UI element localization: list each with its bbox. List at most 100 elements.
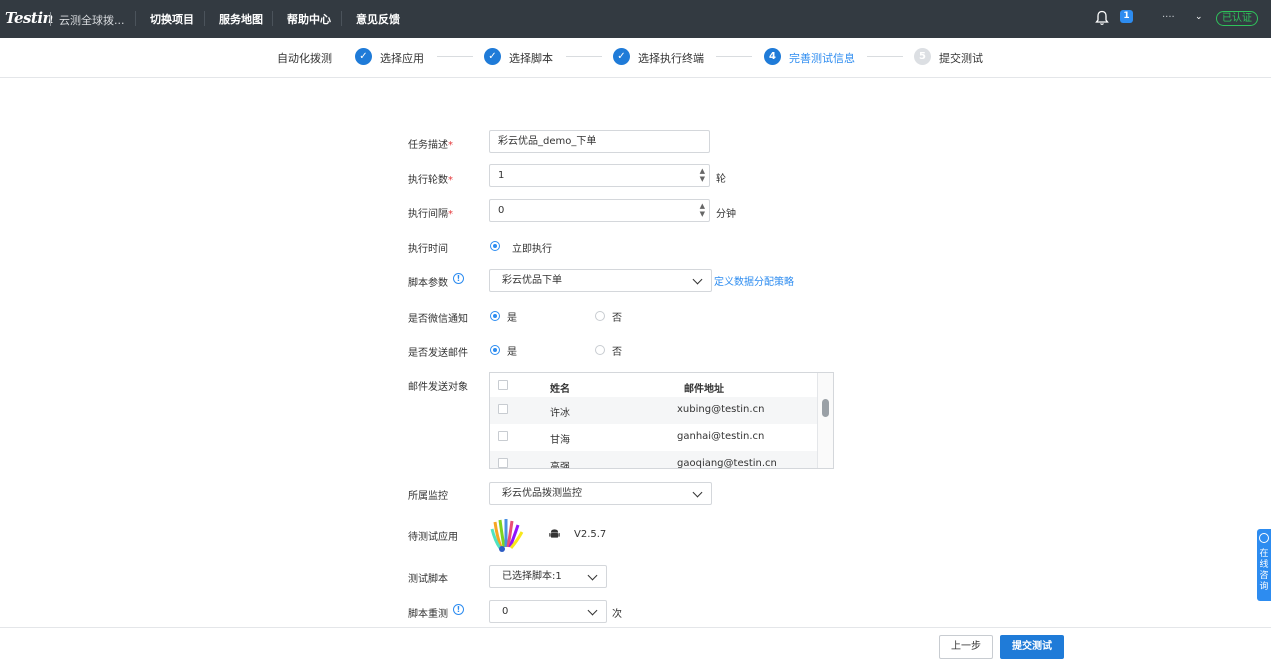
- test-script-label: 测试脚本: [408, 574, 448, 585]
- wechat-no-text: 否: [612, 313, 622, 324]
- mail-no-text: 否: [612, 347, 622, 358]
- nav-switch-project[interactable]: 切换项目: [150, 11, 194, 27]
- table-header: 姓名 邮件地址: [490, 373, 819, 400]
- mail-yes-radio[interactable]: [490, 345, 500, 355]
- step-complete-info: 完善测试信息: [789, 52, 855, 65]
- spinner-icon[interactable]: ▲ ▼: [700, 202, 705, 218]
- divider: [204, 11, 205, 26]
- interval-label: 执行间隔*: [408, 209, 453, 220]
- table-row[interactable]: 高强 gaoqiang@testin.cn: [490, 451, 819, 469]
- divider: [135, 11, 136, 26]
- task-desc-label: 任务描述*: [408, 140, 453, 151]
- chevron-down-icon[interactable]: ⌄: [1195, 12, 1203, 22]
- user-name[interactable]: ····: [1162, 12, 1175, 23]
- define-data-strategy-link[interactable]: 定义数据分配策略: [714, 273, 794, 288]
- select-all-checkbox[interactable]: [498, 380, 508, 390]
- rounds-value: 1: [498, 170, 505, 181]
- notification-badge[interactable]: 1: [1120, 10, 1133, 23]
- script-params-select[interactable]: 彩云优品下单: [489, 269, 712, 292]
- top-navbar: Testin 云测全球拨... 切换项目 服务地图 帮助中心 意见反馈 1 ··…: [0, 0, 1271, 38]
- testin-logo[interactable]: Testin: [5, 9, 53, 27]
- online-consult-button[interactable]: 在线咨询: [1257, 529, 1271, 601]
- interval-value: 0: [498, 205, 505, 216]
- rounds-label: 执行轮数*: [408, 175, 453, 186]
- steps-title: 自动化拨测: [277, 52, 332, 65]
- chevron-down-icon: [587, 605, 598, 616]
- row-email: ganhai@testin.cn: [677, 431, 765, 442]
- project-name[interactable]: 云测全球拨...: [59, 12, 125, 28]
- task-desc-input[interactable]: 彩云优品_demo_下单: [489, 130, 710, 153]
- info-icon[interactable]: !: [453, 273, 464, 284]
- step-connector: [566, 56, 602, 57]
- peacock-app-icon: [490, 519, 524, 552]
- interval-unit: 分钟: [716, 209, 736, 220]
- mail-targets-table: 姓名 邮件地址 许冰 xubing@testin.cn 甘海 ganhai@te…: [489, 372, 834, 469]
- app-version: V2.5.7: [574, 529, 607, 540]
- exec-now-radio[interactable]: [490, 241, 500, 251]
- divider: [341, 11, 342, 26]
- wechat-notify-label: 是否微信通知: [408, 314, 468, 325]
- wechat-no-radio[interactable]: [595, 311, 605, 321]
- step-connector: [437, 56, 473, 57]
- retry-select[interactable]: 0: [489, 600, 607, 623]
- monitor-value: 彩云优品拨测监控: [502, 488, 582, 499]
- test-script-select[interactable]: 已选择脚本:1: [489, 565, 607, 588]
- column-email: 邮件地址: [684, 384, 724, 395]
- info-icon[interactable]: !: [453, 604, 464, 615]
- step-connector: [867, 56, 903, 57]
- spinner-icon[interactable]: ▲ ▼: [700, 167, 705, 183]
- rounds-input[interactable]: 1 ▲ ▼: [489, 164, 710, 187]
- row-name: 甘海: [550, 435, 570, 446]
- column-name: 姓名: [550, 384, 570, 395]
- row-name: 高强: [550, 462, 570, 469]
- test-script-value: 已选择脚本:1: [502, 571, 562, 582]
- scrollbar-thumb[interactable]: [822, 399, 829, 417]
- nav-feedback[interactable]: 意见反馈: [356, 11, 400, 27]
- mail-no-radio[interactable]: [595, 345, 605, 355]
- step-select-script: 选择脚本: [509, 52, 553, 65]
- script-params-label: 脚本参数: [408, 278, 448, 289]
- bell-icon[interactable]: [1095, 10, 1109, 26]
- send-mail-label: 是否发送邮件: [408, 348, 468, 359]
- chevron-down-icon: [692, 274, 703, 285]
- android-icon: [549, 529, 560, 538]
- rounds-unit: 轮: [716, 174, 726, 185]
- script-params-value: 彩云优品下单: [502, 275, 562, 286]
- step-submit-test: 提交测试: [939, 52, 983, 65]
- app-label: 待测试应用: [408, 532, 458, 543]
- table-row[interactable]: 甘海 ganhai@testin.cn: [490, 424, 819, 451]
- monitor-select[interactable]: 彩云优品拨测监控: [489, 482, 712, 505]
- mail-targets-label: 邮件发送对象: [408, 382, 468, 393]
- row-email: gaoqiang@testin.cn: [677, 458, 777, 469]
- exec-now-text: 立即执行: [512, 244, 552, 255]
- prev-button[interactable]: 上一步: [939, 635, 993, 659]
- chat-icon: [1259, 533, 1269, 543]
- online-consult-label: 在线咨询: [1259, 549, 1269, 592]
- mail-yes-text: 是: [507, 347, 517, 358]
- wechat-yes-radio[interactable]: [490, 311, 500, 321]
- row-checkbox[interactable]: [498, 404, 508, 414]
- submit-button[interactable]: 提交测试: [1000, 635, 1064, 659]
- verified-badge[interactable]: 已认证: [1216, 11, 1258, 26]
- row-checkbox[interactable]: [498, 431, 508, 441]
- step-select-app: 选择应用: [380, 52, 424, 65]
- retry-value: 0: [502, 606, 509, 617]
- table-row[interactable]: 许冰 xubing@testin.cn: [490, 397, 819, 424]
- nav-service-map[interactable]: 服务地图: [219, 11, 263, 27]
- chevron-down-icon: [692, 487, 703, 498]
- row-email: xubing@testin.cn: [677, 404, 765, 415]
- divider: [50, 12, 51, 26]
- nav-help-center[interactable]: 帮助中心: [287, 11, 331, 27]
- check-icon: ✓: [484, 48, 501, 65]
- retry-unit: 次: [612, 609, 622, 620]
- row-checkbox[interactable]: [498, 458, 508, 468]
- wechat-yes-text: 是: [507, 313, 517, 324]
- step-number-icon: 5: [914, 48, 931, 65]
- scrollbar[interactable]: [817, 373, 833, 468]
- step-select-terminal: 选择执行终端: [638, 52, 704, 65]
- step-connector: [716, 56, 752, 57]
- interval-input[interactable]: 0 ▲ ▼: [489, 199, 710, 222]
- monitor-label: 所属监控: [408, 491, 448, 502]
- chevron-down-icon: [587, 570, 598, 581]
- retry-label: 脚本重测: [408, 609, 448, 620]
